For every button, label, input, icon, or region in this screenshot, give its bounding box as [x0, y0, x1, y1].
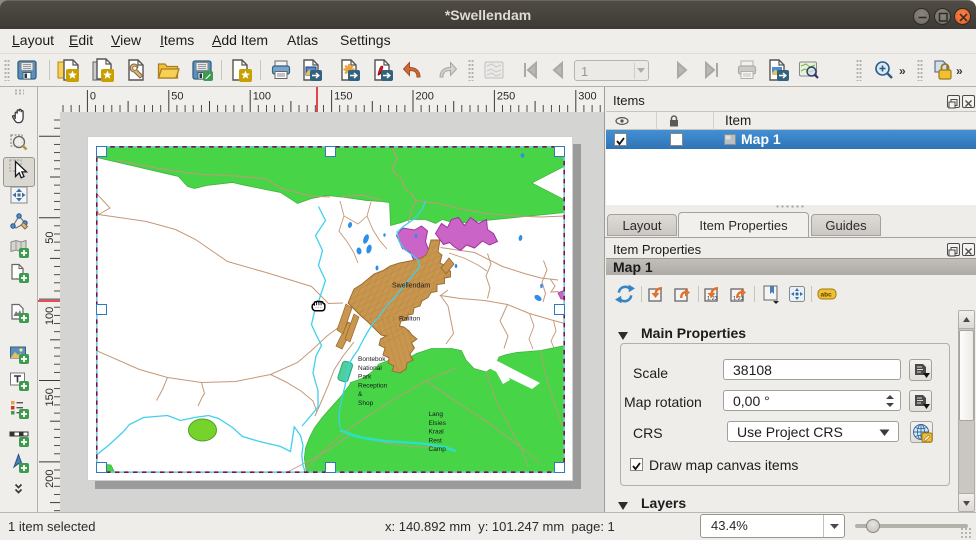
svg-text:Reception: Reception [358, 382, 388, 389]
svg-text:Swellendam: Swellendam [392, 282, 430, 289]
svg-text:150: 150 [44, 388, 56, 406]
svg-text:Railton: Railton [399, 315, 420, 322]
svg-text:0: 0 [90, 91, 96, 103]
svg-text:250: 250 [497, 91, 515, 103]
svg-text:&: & [358, 391, 363, 398]
svg-text:200: 200 [416, 91, 434, 103]
svg-text:150: 150 [334, 91, 352, 103]
svg-text:200: 200 [44, 470, 56, 488]
svg-text:Elsies: Elsies [428, 419, 446, 426]
svg-text:50: 50 [171, 91, 183, 103]
svg-text:100: 100 [44, 307, 56, 325]
svg-text:100: 100 [253, 91, 271, 103]
svg-text:Rest: Rest [428, 437, 442, 444]
svg-text:300: 300 [578, 91, 596, 103]
svg-text:Lang: Lang [428, 411, 443, 418]
svg-text:abc: abc [821, 292, 833, 299]
svg-text:Camp: Camp [428, 446, 446, 453]
svg-text:Kraal: Kraal [428, 428, 444, 435]
svg-text:Shop: Shop [358, 399, 374, 406]
svg-text:National: National [358, 364, 382, 371]
svg-text:Park: Park [358, 373, 372, 380]
svg-text:Bontebok: Bontebok [358, 356, 386, 363]
